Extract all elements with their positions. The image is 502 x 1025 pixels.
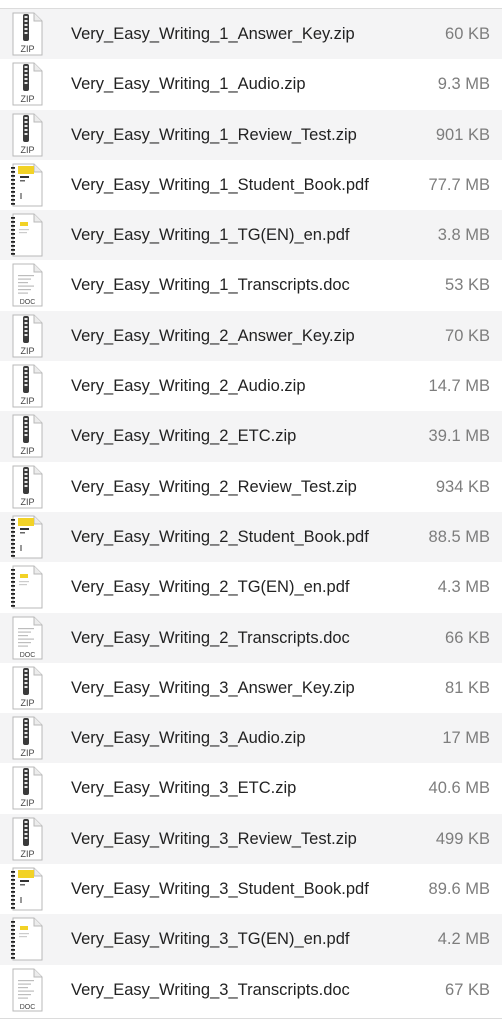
svg-text:ZIP: ZIP (20, 44, 34, 54)
file-name: Very_Easy_Writing_2_Answer_Key.zip (71, 326, 355, 345)
file-row[interactable]: ZIP Very_Easy_Writing_2_Answer_Key.zip 70 … (0, 310, 502, 362)
zip-archive-icon: ZIP (10, 314, 44, 358)
file-row[interactable]: DOC Very_Easy_Writing_1_Transcripts.doc 53… (0, 260, 502, 311)
file-size: 934 KB (435, 477, 490, 496)
file-size: 81 KB (445, 678, 490, 697)
file-row[interactable]: ZIP Very_Easy_Writing_3_ETC.zip 40.6 MB (0, 763, 502, 814)
file-name: Very_Easy_Writing_3_Transcripts.doc (71, 980, 350, 999)
file-name: Very_Easy_Writing_2_ETC.zip (71, 427, 297, 446)
zip-archive-icon: ZIP (10, 364, 44, 408)
doc-file-icon: DOC (10, 616, 44, 660)
list-top-edge (0, 0, 502, 9)
zip-archive-icon: ZIP (10, 113, 44, 157)
file-name: Very_Easy_Writing_1_Answer_Key.zip (71, 25, 355, 43)
file-size: 67 KB (445, 980, 490, 999)
file-name: Very_Easy_Writing_2_TG(EN)_en.pdf (71, 578, 350, 597)
file-size: 9.3 MB (437, 75, 490, 94)
file-name: Very_Easy_Writing_2_Transcripts.doc (71, 628, 350, 647)
file-size: 4.3 MB (437, 578, 490, 597)
file-row[interactable]: DOC Very_Easy_Writing_3_Transcripts.doc 67… (0, 964, 502, 1015)
file-size: 499 KB (435, 829, 490, 848)
file-name: Very_Easy_Writing_3_Answer_Key.zip (71, 678, 355, 697)
file-name: Very_Easy_Writing_1_Transcripts.doc (71, 276, 350, 295)
file-size: 40.6 MB (428, 779, 490, 798)
pdf-file-icon (10, 917, 44, 961)
svg-text:DOC: DOC (20, 299, 36, 306)
svg-text:ZIP: ZIP (20, 798, 34, 808)
file-size: 70 KB (445, 326, 490, 345)
zip-archive-icon: ZIP (10, 666, 44, 710)
zip-archive-icon: ZIP (10, 62, 44, 106)
zip-archive-icon: ZIP (10, 716, 44, 760)
file-size: 901 KB (435, 125, 490, 144)
pdf-file-icon (10, 213, 44, 257)
file-row[interactable]: ZIP Very_Easy_Writing_1_Audio.zip 9.3 MB (0, 59, 502, 110)
file-name: Very_Easy_Writing_2_Review_Test.zip (71, 477, 357, 496)
file-row[interactable]: ZIP Very_Easy_Writing_3_Answer_Key.zip 81 … (0, 662, 502, 714)
file-row[interactable]: ZIP Very_Easy_Writing_3_Audio.zip 17 MB (0, 713, 502, 764)
file-row[interactable]: Very_Easy_Writing_1_TG(EN)_en.pdf 3.8 MB (0, 210, 502, 261)
pdf-file-icon (10, 515, 44, 559)
file-row[interactable]: ZIP Very_Easy_Writing_1_Review_Test.zip 90… (0, 109, 502, 160)
file-name: Very_Easy_Writing_1_TG(EN)_en.pdf (71, 226, 350, 245)
file-row[interactable]: Very_Easy_Writing_2_Student_Book.pdf 88.5… (0, 511, 502, 563)
file-name: Very_Easy_Writing_1_Review_Test.zip (71, 125, 357, 144)
svg-text:ZIP: ZIP (20, 748, 34, 758)
zip-archive-icon: ZIP (10, 414, 44, 458)
file-row[interactable]: Very_Easy_Writing_3_Student_Book.pdf 89.6… (0, 864, 502, 915)
pdf-file-icon (10, 867, 44, 911)
file-row[interactable]: ZIP Very_Easy_Writing_1_Answer_Key.zip 60 … (0, 9, 502, 60)
file-size: 39.1 MB (428, 427, 490, 446)
svg-text:ZIP: ZIP (20, 145, 34, 155)
file-name: Very_Easy_Writing_1_Student_Book.pdf (71, 175, 369, 194)
file-name: Very_Easy_Writing_2_Audio.zip (71, 377, 306, 396)
file-size: 89.6 MB (428, 880, 490, 899)
file-row[interactable]: ZIP Very_Easy_Writing_2_Review_Test.zip 93… (0, 461, 502, 512)
svg-text:ZIP: ZIP (20, 396, 34, 406)
file-size: 14.7 MB (428, 377, 490, 396)
file-name: Very_Easy_Writing_2_Student_Book.pdf (71, 527, 369, 546)
svg-text:DOC: DOC (20, 1004, 36, 1011)
file-row[interactable]: Very_Easy_Writing_1_Student_Book.pdf 77.7… (0, 159, 502, 211)
file-size: 88.5 MB (428, 527, 490, 546)
zip-archive-icon: ZIP (10, 766, 44, 810)
svg-text:ZIP: ZIP (20, 346, 34, 356)
zip-archive-icon: ZIP (10, 12, 44, 56)
zip-archive-icon: ZIP (10, 465, 44, 509)
pdf-file-icon (10, 163, 44, 207)
file-size: 53 KB (445, 276, 490, 295)
file-size: 60 KB (445, 25, 490, 43)
file-name: Very_Easy_Writing_3_ETC.zip (71, 779, 297, 798)
file-name: Very_Easy_Writing_3_Student_Book.pdf (71, 880, 369, 899)
file-name: Very_Easy_Writing_3_TG(EN)_en.pdf (71, 930, 350, 949)
svg-text:ZIP: ZIP (20, 698, 34, 708)
file-row[interactable]: Very_Easy_Writing_3_TG(EN)_en.pdf 4.2 MB (0, 914, 502, 965)
zip-archive-icon: ZIP (10, 817, 44, 861)
doc-file-icon: DOC (10, 263, 44, 307)
file-row[interactable]: ZIP Very_Easy_Writing_2_Audio.zip 14.7 MB (0, 361, 502, 412)
file-row[interactable]: ZIP Very_Easy_Writing_2_ETC.zip 39.1 MB (0, 411, 502, 462)
file-name: Very_Easy_Writing_1_Audio.zip (71, 75, 306, 94)
svg-text:DOC: DOC (20, 652, 36, 659)
file-name: Very_Easy_Writing_3_Review_Test.zip (71, 829, 357, 848)
doc-file-icon: DOC (10, 968, 44, 1012)
file-size: 77.7 MB (428, 175, 490, 194)
file-row[interactable]: DOC Very_Easy_Writing_2_Transcripts.doc 66… (0, 612, 502, 663)
svg-text:ZIP: ZIP (20, 497, 34, 507)
file-size: 66 KB (445, 628, 490, 647)
svg-text:ZIP: ZIP (20, 446, 34, 456)
file-name: Very_Easy_Writing_3_Audio.zip (71, 729, 306, 748)
file-size: 17 MB (442, 729, 490, 748)
svg-text:ZIP: ZIP (20, 849, 34, 859)
file-row[interactable]: ZIP Very_Easy_Writing_3_Review_Test.zip 49… (0, 813, 502, 865)
file-list[interactable]: ZIP Very_Easy_Writing_1_Answer_Key.zip 60 … (0, 9, 502, 1015)
svg-text:ZIP: ZIP (20, 94, 34, 104)
file-size: 4.2 MB (437, 930, 490, 949)
file-size: 3.8 MB (437, 226, 490, 245)
file-row[interactable]: Very_Easy_Writing_2_TG(EN)_en.pdf 4.3 MB (0, 562, 502, 613)
pdf-file-icon (10, 565, 44, 609)
